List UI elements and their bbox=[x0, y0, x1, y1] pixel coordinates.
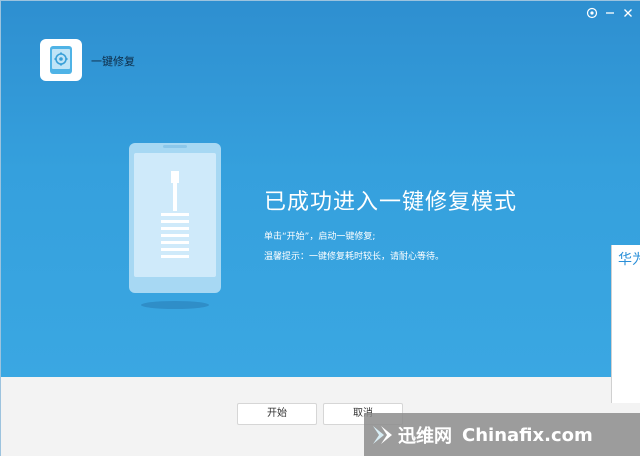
app-title: 一键修复 bbox=[91, 55, 135, 68]
settings-circle-icon[interactable] bbox=[585, 6, 599, 20]
side-tab[interactable]: 华为 bbox=[611, 245, 640, 403]
phone-repair-illustration bbox=[125, 141, 225, 313]
status-headline: 已成功进入一键修复模式 bbox=[264, 190, 518, 215]
phone-gear-icon bbox=[40, 39, 82, 81]
minimize-icon[interactable] bbox=[603, 6, 617, 20]
close-icon[interactable] bbox=[621, 6, 635, 20]
app-window: 一键修复 已成功进入一键修复模式 单击“开始”，启动一键修复; 温馨提示：一键修… bbox=[0, 0, 640, 456]
watermark-cn-text: 迅维网 bbox=[398, 426, 452, 447]
side-tab-text: 华为 bbox=[618, 252, 640, 268]
tip-text: 温馨提示：一键修复耗时较长，请耐心等待。 bbox=[264, 252, 445, 262]
main-panel: 一键修复 已成功进入一键修复模式 单击“开始”，启动一键修复; 温馨提示：一键修… bbox=[1, 1, 640, 377]
instruction-text: 单击“开始”，启动一键修复; bbox=[264, 232, 376, 242]
window-controls bbox=[585, 5, 635, 21]
watermark-arrow-icon bbox=[370, 422, 396, 448]
start-button[interactable]: 开始 bbox=[237, 403, 317, 425]
watermark-en-text: Chinafix.com bbox=[462, 424, 593, 446]
watermark: 迅维网 Chinafix.com bbox=[364, 413, 640, 456]
